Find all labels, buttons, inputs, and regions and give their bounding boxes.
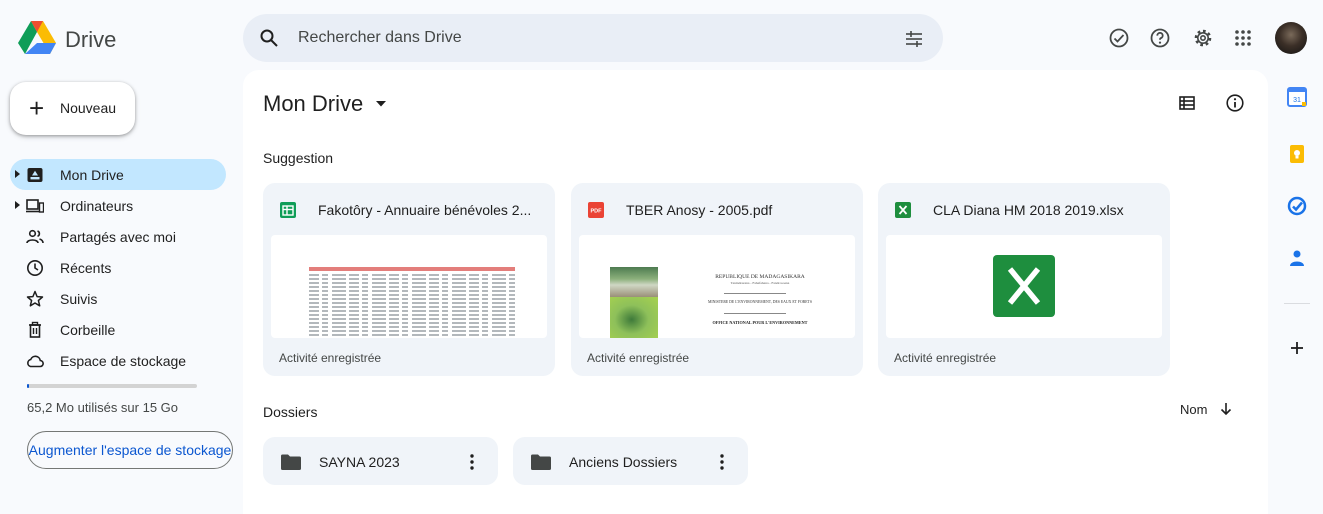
sidebar-item-partages[interactable]: Partagés avec moi: [10, 221, 226, 252]
help-icon[interactable]: [1149, 27, 1171, 49]
file-preview: REPUBLIQUE DE MADAGASIKARA Tanindrazana …: [579, 235, 855, 338]
pdf-thumbnail: REPUBLIQUE DE MADAGASIKARA Tanindrazana …: [579, 235, 855, 338]
plus-icon[interactable]: [1287, 338, 1307, 358]
suggested-file-card[interactable]: CLA Diana HM 2018 2019.xlsx Activité enr…: [878, 183, 1170, 376]
file-name: TBER Anosy - 2005.pdf: [626, 202, 773, 218]
computers-icon: [26, 199, 44, 213]
pdf-header-line-1: REPUBLIQUE DE MADAGASIKARA: [715, 274, 805, 280]
list-view-icon[interactable]: [1178, 94, 1196, 112]
file-preview: [271, 235, 547, 338]
excel-icon: [895, 202, 911, 218]
activity-text: Activité enregistrée: [894, 351, 997, 365]
upgrade-storage-button[interactable]: Augmenter l'espace de stockage: [27, 431, 233, 469]
pdf-header-line-2: Tanindrazana - Fahafahana - Fandrosoana: [730, 281, 790, 285]
settings-gear-icon[interactable]: [1192, 27, 1214, 49]
page-title[interactable]: Mon Drive: [263, 91, 363, 117]
offline-status-icon[interactable]: [1108, 27, 1130, 49]
spreadsheet-thumbnail: [309, 267, 515, 336]
storage-progress-fill: [27, 384, 29, 388]
pdf-header-line-4: OFFICE NATIONAL POUR L'ENVIRONNEMENT: [712, 320, 808, 325]
sidebar-item-mon-drive[interactable]: Mon Drive: [10, 159, 226, 190]
search-bar[interactable]: [243, 14, 943, 62]
sidebar-item-label: Mon Drive: [60, 167, 124, 183]
sidebar-item-stockage[interactable]: Espace de stockage: [10, 345, 226, 376]
cloud-icon: [27, 355, 44, 368]
sidebar-item-suivis[interactable]: Suivis: [10, 283, 226, 314]
clock-icon: [27, 260, 43, 276]
expand-arrow-icon[interactable]: [15, 200, 20, 210]
arrow-down-icon[interactable]: [1219, 402, 1233, 416]
info-icon[interactable]: [1225, 93, 1245, 113]
search-input[interactable]: [298, 26, 878, 50]
plus-icon: +: [29, 93, 45, 123]
sidebar-item-recents[interactable]: Récents: [10, 252, 226, 283]
storage-progress-bar: [27, 384, 197, 388]
sidebar-item-label: Espace de stockage: [60, 353, 187, 369]
sidebar-nav: Mon Drive Ordinateurs Partagés avec moi …: [10, 159, 226, 376]
pdf-header-line-3: MINISTERE DE L'ENVIRONNEMENT, DES EAUX E…: [707, 300, 812, 304]
file-name: Fakotôry - Annuaire bénévoles 2...: [318, 202, 532, 218]
folder-icon: [281, 454, 301, 470]
folder-item[interactable]: Anciens Dossiers: [513, 437, 748, 485]
dropdown-caret-icon[interactable]: [376, 101, 386, 107]
new-button[interactable]: + Nouveau: [10, 82, 135, 135]
app-name[interactable]: Drive: [65, 27, 116, 53]
svg-text:31: 31: [1293, 97, 1301, 104]
sidebar-item-label: Partagés avec moi: [60, 229, 176, 245]
folder-name: Anciens Dossiers: [569, 454, 678, 470]
sidebar-item-label: Récents: [60, 260, 112, 276]
main-panel: Mon Drive Suggestion Fakotôry - Annuaire…: [243, 70, 1268, 514]
rail-divider: [1284, 303, 1310, 304]
cover-photo-bottom: [610, 297, 658, 338]
suggested-file-card[interactable]: Fakotôry - Annuaire bénévoles 2... Activ…: [263, 183, 555, 376]
file-name: CLA Diana HM 2018 2019.xlsx: [933, 202, 1124, 218]
more-options-icon[interactable]: [468, 453, 476, 471]
shared-people-icon: [26, 229, 44, 244]
activity-text: Activité enregistrée: [279, 351, 382, 365]
sidebar-item-label: Corbeille: [60, 322, 116, 338]
sidebar-item-corbeille[interactable]: Corbeille: [10, 314, 226, 345]
svg-text:PDF: PDF: [591, 209, 603, 215]
storage-usage-text: 65,2 Mo utilisés sur 15 Go: [27, 400, 179, 415]
calendar-icon[interactable]: 31: [1287, 87, 1307, 107]
more-options-icon[interactable]: [718, 453, 726, 471]
folders-heading: Dossiers: [263, 404, 318, 420]
new-button-label: Nouveau: [60, 100, 117, 116]
star-icon: [26, 290, 44, 307]
contacts-icon[interactable]: [1287, 248, 1307, 268]
suggestion-heading: Suggestion: [263, 150, 334, 166]
sidebar-item-ordinateurs[interactable]: Ordinateurs: [10, 190, 226, 221]
sidebar-item-label: Suivis: [60, 291, 98, 307]
activity-text: Activité enregistrée: [587, 351, 690, 365]
search-icon[interactable]: [259, 28, 279, 48]
pdf-divider: [724, 293, 786, 294]
cover-photo-top: [610, 267, 658, 297]
google-sheets-icon: [280, 202, 296, 218]
tasks-icon[interactable]: [1287, 196, 1307, 216]
pdf-icon: PDF: [588, 202, 604, 218]
drive-logo-icon[interactable]: [18, 21, 56, 55]
my-drive-icon: [27, 168, 43, 182]
search-filter-icon[interactable]: [903, 28, 925, 50]
keep-icon[interactable]: [1287, 144, 1307, 164]
folder-icon: [531, 454, 551, 470]
pdf-divider: [724, 313, 786, 314]
account-avatar[interactable]: [1275, 22, 1307, 54]
folder-name: SAYNA 2023: [319, 454, 400, 470]
apps-grid-icon[interactable]: [1232, 27, 1254, 49]
excel-logo-icon: [993, 255, 1055, 317]
sort-by-name-button[interactable]: Nom: [1180, 402, 1207, 417]
folder-item[interactable]: SAYNA 2023: [263, 437, 498, 485]
suggested-file-card[interactable]: PDF TBER Anosy - 2005.pdf REPUBLIQUE DE …: [571, 183, 863, 376]
file-preview: [886, 235, 1162, 338]
expand-arrow-icon[interactable]: [15, 169, 20, 179]
trash-icon: [29, 321, 41, 338]
sidebar-item-label: Ordinateurs: [60, 198, 134, 214]
